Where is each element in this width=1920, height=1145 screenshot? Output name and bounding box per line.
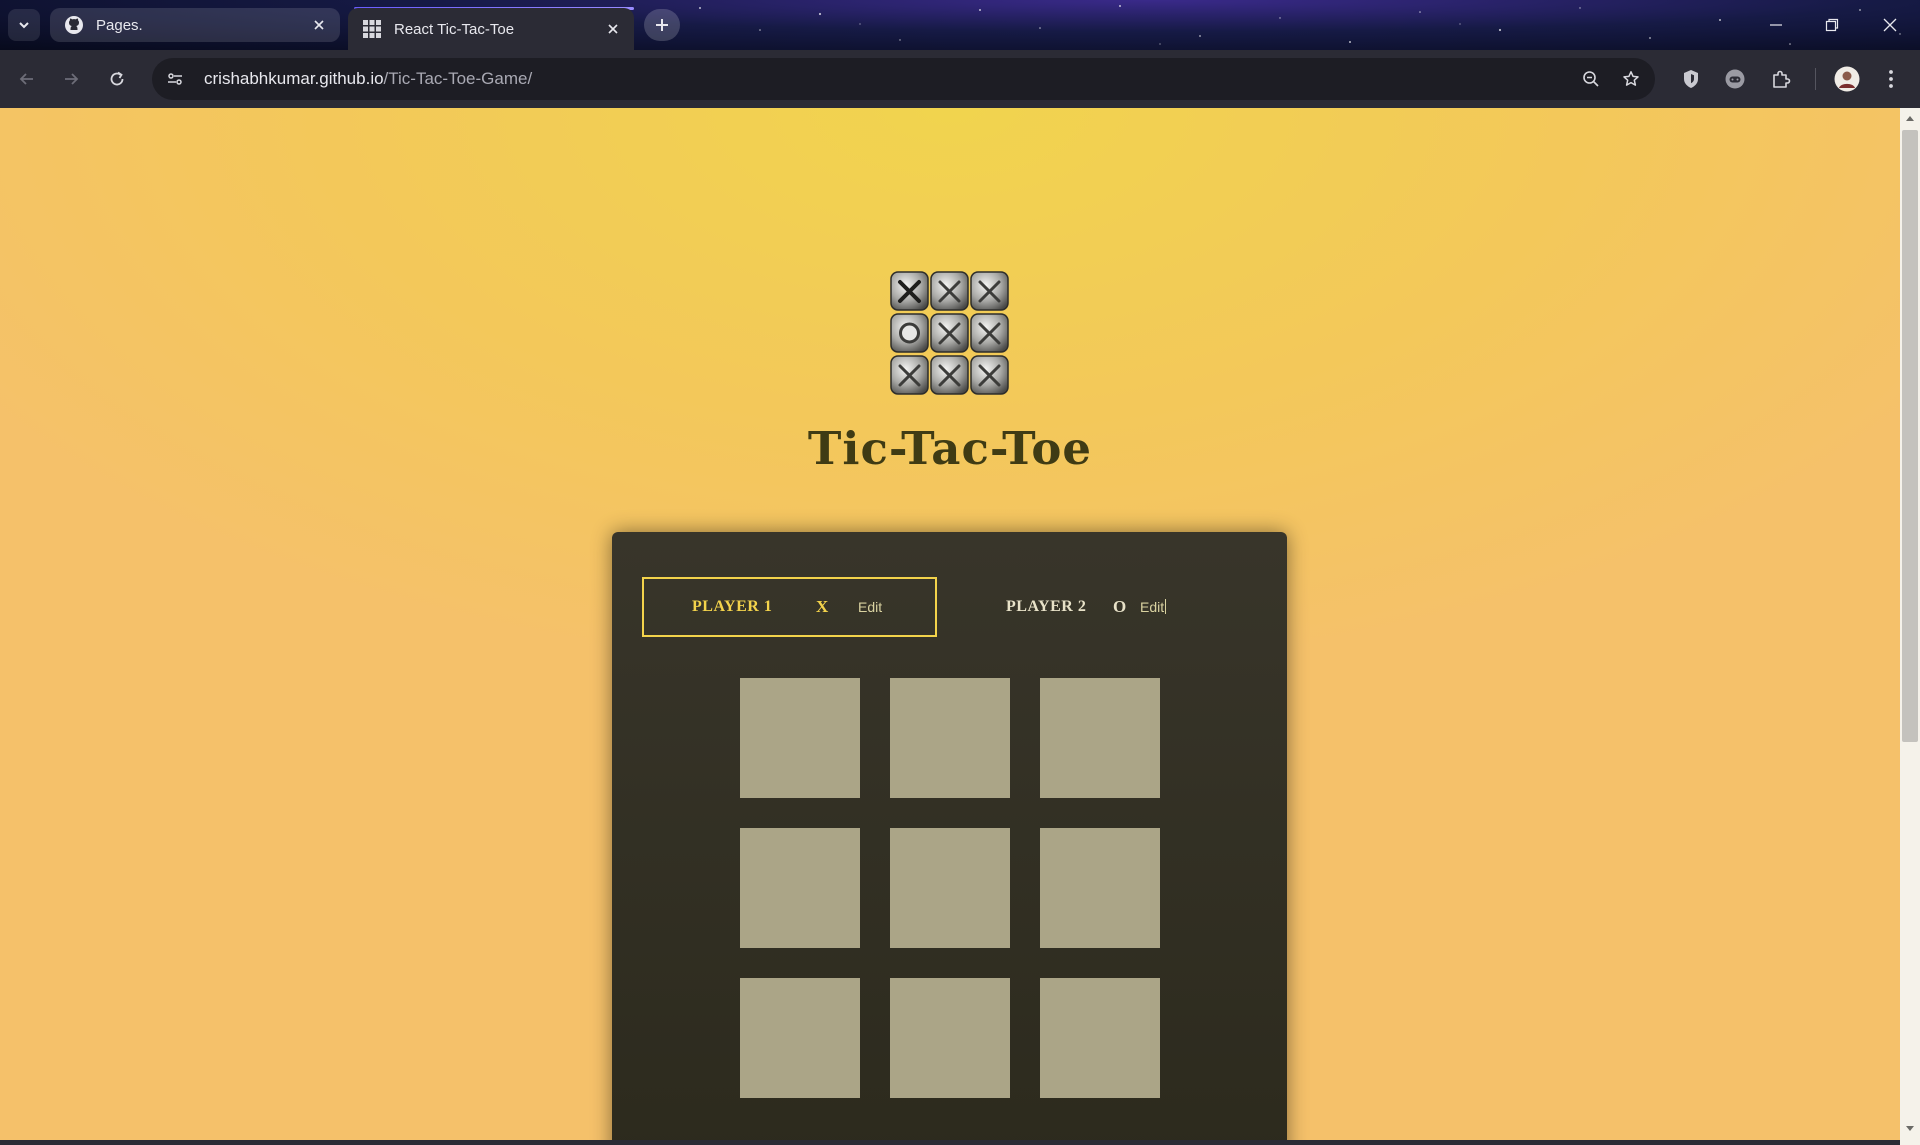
bookmark-star-icon[interactable] [1615,63,1647,95]
close-icon[interactable] [602,18,624,40]
new-tab-button[interactable] [644,9,680,41]
tic-tac-toe-logo [890,271,1009,395]
player-1-card: PLAYER 1 X Edit [642,577,937,637]
board-cell-r1-c3[interactable] [1040,678,1160,798]
menu-button[interactable] [1876,64,1906,94]
text-cursor [1165,599,1167,614]
player-2-symbol: O [1113,597,1127,616]
game-board [740,678,1160,1098]
player-2-edit-label: Edit [1140,599,1165,615]
zoom-icon[interactable] [1575,63,1607,95]
extension-button[interactable] [1720,64,1750,94]
game-controller-icon [1725,69,1745,89]
board-cell-r3-c1[interactable] [740,978,860,1098]
close-window-button[interactable] [1876,12,1904,38]
reload-icon [110,71,124,86]
more-vertical-icon [1889,70,1893,88]
forward-button[interactable] [56,64,86,94]
tab-pages[interactable]: Pages. [50,8,340,42]
board-cell-r1-c1[interactable] [740,678,860,798]
profile-avatar-button[interactable] [1832,64,1862,94]
player-2-edit-button[interactable]: Edit [1140,597,1167,617]
arrow-right-icon [65,73,79,85]
close-icon[interactable] [308,14,330,36]
minimize-button[interactable] [1762,12,1790,38]
board-cell-r2-c2[interactable] [890,828,1010,948]
github-icon [64,15,84,35]
arrow-left-icon [19,73,33,85]
board-cell-r3-c3[interactable] [1040,978,1160,1098]
url-host: crishabhkumar.github.io [204,69,384,88]
player-2-card: PLAYER 2 O Edit [964,577,1259,637]
url-path: /Tic-Tac-Toe-Game/ [383,69,533,88]
player-1-name: PLAYER 1 [692,598,773,615]
board-cell-r2-c3[interactable] [1040,828,1160,948]
tab-search-button[interactable] [8,9,40,41]
toolbar-divider [1815,68,1816,90]
board-cell-r2-c1[interactable] [740,828,860,948]
puzzle-piece-icon [1773,70,1791,88]
board-cell-r3-c2[interactable] [890,978,1010,1098]
restore-icon [1825,18,1839,32]
close-icon [1883,18,1897,32]
url-text[interactable]: crishabhkumar.github.io/Tic-Tac-Toe-Game… [204,69,1575,89]
scrollbar-thumb[interactable] [1902,130,1918,742]
shield-extension-button[interactable] [1676,64,1706,94]
back-button[interactable] [12,64,42,94]
player-1-symbol: X [816,597,829,616]
chevron-down-icon [19,22,29,29]
tab-title: Pages. [96,16,143,34]
shield-icon [1684,70,1698,88]
player-1-edit-button[interactable]: Edit [858,597,882,617]
reload-button[interactable] [102,64,132,94]
address-bar[interactable]: crishabhkumar.github.io/Tic-Tac-Toe-Game… [152,58,1655,100]
avatar [1834,66,1860,92]
scroll-up-arrow-icon[interactable] [1905,113,1915,123]
tab-strip: Pages. React Tic-Tac-Toe [0,0,1920,50]
tab-react-tic-tac-toe[interactable]: React Tic-Tac-Toe [348,8,634,50]
player-2-name: PLAYER 2 [1006,598,1087,615]
scroll-down-arrow-icon[interactable] [1905,1124,1915,1134]
extensions-button[interactable] [1766,64,1796,94]
minimize-icon [1770,24,1782,26]
plus-icon [656,19,668,31]
board-cell-r1-c2[interactable] [890,678,1010,798]
site-info-icon[interactable] [160,64,190,94]
page-viewport: Tic-Tac-Toe PLAYER 1 X Edit PLAYER 2 O E… [0,108,1900,1145]
window-bottom-edge [0,1140,1900,1145]
game-container: PLAYER 1 X Edit PLAYER 2 O Edit [612,532,1287,1145]
tab-title: React Tic-Tac-Toe [394,20,515,38]
restore-button[interactable] [1818,12,1846,38]
page-title: Tic-Tac-Toe [807,422,1093,475]
browser-toolbar: crishabhkumar.github.io/Tic-Tac-Toe-Game… [0,50,1920,108]
grid-icon [362,19,382,39]
